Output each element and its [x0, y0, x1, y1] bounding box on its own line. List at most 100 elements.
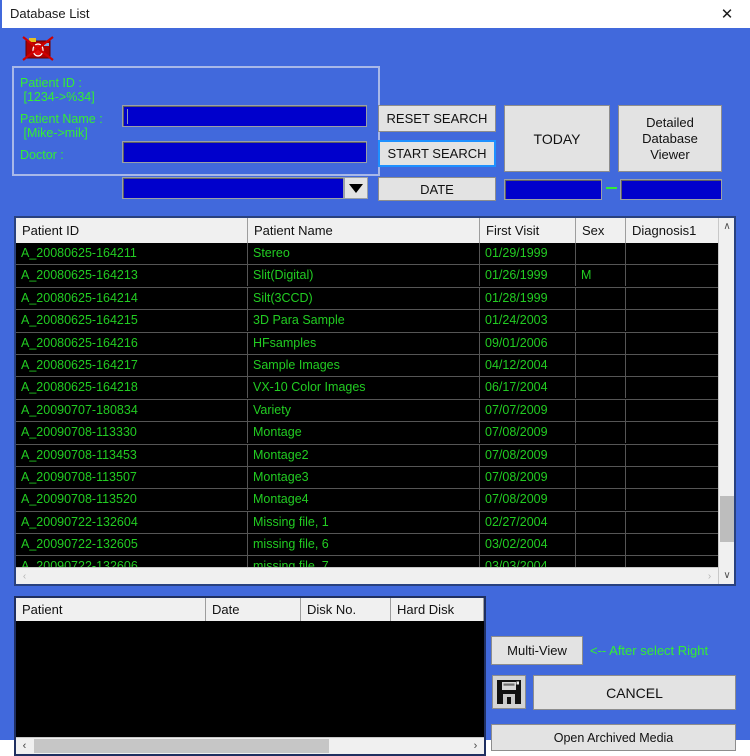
vertical-scrollbar[interactable]: ∧ ∨ [718, 218, 734, 584]
table-cell: A_20080625-164214 [16, 288, 248, 309]
table-cell [626, 445, 722, 466]
table-cell: Montage4 [248, 489, 480, 510]
media-horizontal-scrollbar-thumb[interactable] [34, 739, 329, 753]
page-title: Database List [10, 6, 90, 21]
media-scroll-left-icon[interactable]: ‹ [16, 738, 33, 754]
multi-view-button[interactable]: Multi-View [491, 636, 583, 665]
table-cell [576, 333, 626, 354]
table-row[interactable]: A_20080625-164218VX-10 Color Images06/17… [16, 377, 722, 399]
table-cell: Sample Images [248, 355, 480, 376]
table-cell: missing file, 7 [248, 556, 480, 567]
table-cell [576, 355, 626, 376]
table-row[interactable]: A_20080625-164216HFsamples09/01/2006 [16, 333, 722, 355]
media-column-header[interactable]: Disk No. [301, 598, 391, 621]
table-cell: A_20090708-113330 [16, 422, 248, 443]
scroll-up-icon[interactable]: ∧ [719, 218, 735, 235]
column-header[interactable]: Sex [576, 218, 626, 243]
table-cell [576, 422, 626, 443]
patient-name-input[interactable] [122, 141, 367, 163]
table-row[interactable]: A_20080625-1642153D Para Sample01/24/200… [16, 310, 722, 332]
table-cell: Stereo [248, 243, 480, 264]
table-cell [576, 310, 626, 331]
table-cell: Slit(Digital) [248, 265, 480, 286]
start-search-button[interactable]: START SEARCH [378, 140, 496, 167]
date-button[interactable]: DATE [378, 177, 496, 201]
table-cell [626, 467, 722, 488]
table-cell [576, 400, 626, 421]
detailed-database-viewer-button[interactable]: Detailed Database Viewer [618, 105, 722, 172]
table-cell [626, 534, 722, 555]
table-cell [626, 400, 722, 421]
table-cell: M [576, 265, 626, 286]
date-range-separator [606, 187, 617, 189]
scroll-down-icon[interactable]: ∨ [719, 567, 735, 584]
column-header[interactable]: Diagnosis1 [626, 218, 722, 243]
doctor-input[interactable] [122, 177, 344, 199]
table-row[interactable]: A_20090708-113330Montage07/08/2009 [16, 422, 722, 444]
after-select-right-hint: <-- After select Right [590, 643, 708, 658]
date-to-input[interactable] [620, 179, 722, 200]
patient-table: Patient IDPatient NameFirst VisitSexDiag… [14, 216, 736, 586]
client-area: Patient ID : [1234->%34] Patient Name : … [0, 28, 750, 740]
table-cell [576, 534, 626, 555]
table-row[interactable]: A_20090707-180834Variety07/07/2009 [16, 400, 722, 422]
table-row[interactable]: A_20080625-164214Silt(3CCD)01/28/1999 [16, 288, 722, 310]
media-column-header[interactable]: Patient [16, 598, 206, 621]
table-cell: A_20080625-164218 [16, 377, 248, 398]
horizontal-scrollbar[interactable]: ‹ › [16, 567, 718, 584]
doctor-dropdown-arrow-icon[interactable] [344, 177, 368, 199]
table-cell [576, 288, 626, 309]
media-scroll-right-icon[interactable]: › [467, 738, 484, 754]
table-row[interactable]: A_20090722-132605missing file, 603/02/20… [16, 534, 722, 556]
cancel-button[interactable]: CANCEL [533, 675, 736, 710]
camera-disabled-icon[interactable] [20, 34, 56, 62]
table-cell: A_20090708-113453 [16, 445, 248, 466]
table-cell: 01/24/2003 [480, 310, 576, 331]
table-cell: A_20090722-132606 [16, 556, 248, 567]
table-body: A_20080625-164211Stereo01/29/1999A_20080… [16, 243, 722, 567]
media-column-header[interactable]: Hard Disk [391, 598, 484, 621]
table-cell: A_20090708-113520 [16, 489, 248, 510]
table-row[interactable]: A_20090722-132606missing file, 703/03/20… [16, 556, 722, 567]
column-header[interactable]: Patient ID [16, 218, 248, 243]
table-row[interactable]: A_20090708-113520Montage407/08/2009 [16, 489, 722, 511]
column-header[interactable]: Patient Name [248, 218, 480, 243]
patient-id-input[interactable] [122, 105, 367, 127]
window-left-edge [0, 0, 2, 28]
text-caret [127, 109, 128, 124]
column-header[interactable]: First Visit [480, 218, 576, 243]
close-icon[interactable]: ✕ [704, 0, 750, 28]
table-cell [626, 512, 722, 533]
media-column-header[interactable]: Date [206, 598, 301, 621]
table-row[interactable]: A_20080625-164211Stereo01/29/1999 [16, 243, 722, 265]
vertical-scrollbar-thumb[interactable] [720, 496, 734, 542]
table-row[interactable]: A_20080625-164213Slit(Digital)01/26/1999… [16, 265, 722, 287]
scroll-right-icon[interactable]: › [701, 568, 718, 584]
date-from-input[interactable] [504, 179, 602, 200]
table-cell: Montage [248, 422, 480, 443]
table-row[interactable]: A_20090722-132604Missing file, 102/27/20… [16, 512, 722, 534]
dbviewer-line-1: Detailed [646, 115, 694, 131]
dbviewer-line-2: Database [642, 131, 698, 147]
media-table-header-row: PatientDateDisk No.Hard Disk [16, 598, 484, 621]
table-cell: 07/08/2009 [480, 489, 576, 510]
today-button[interactable]: TODAY [504, 105, 610, 172]
table-row[interactable]: A_20090708-113453Montage207/08/2009 [16, 445, 722, 467]
title-bar: Database List ✕ [0, 0, 750, 28]
reset-search-button[interactable]: RESET SEARCH [378, 105, 496, 132]
save-floppy-icon[interactable] [492, 675, 526, 709]
table-cell: 03/02/2004 [480, 534, 576, 555]
table-cell: A_20080625-164211 [16, 243, 248, 264]
table-cell: 07/07/2009 [480, 400, 576, 421]
table-row[interactable]: A_20080625-164217Sample Images04/12/2004 [16, 355, 722, 377]
table-cell: 02/27/2004 [480, 512, 576, 533]
open-archived-media-button[interactable]: Open Archived Media [491, 724, 736, 751]
table-cell [626, 310, 722, 331]
table-cell: A_20080625-164216 [16, 333, 248, 354]
table-row[interactable]: A_20090708-113507Montage307/08/2009 [16, 467, 722, 489]
patient-id-label: Patient ID : [1234->%34] [20, 76, 95, 104]
table-header-row: Patient IDPatient NameFirst VisitSexDiag… [16, 218, 734, 243]
scroll-left-icon[interactable]: ‹ [16, 568, 33, 584]
table-cell: Montage2 [248, 445, 480, 466]
table-cell [626, 355, 722, 376]
